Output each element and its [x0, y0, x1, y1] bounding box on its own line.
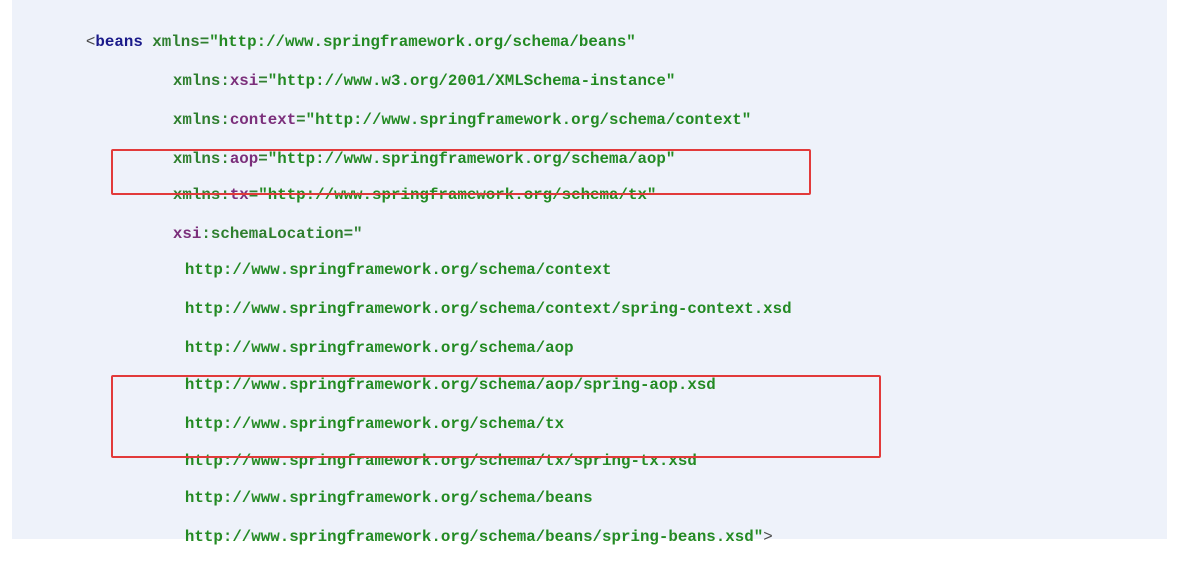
code-line-uri-1: http://www.springframework.org/schema/co…: [147, 234, 612, 279]
code-line-uri-4: http://www.springframework.org/schema/ao…: [147, 349, 716, 394]
closing-quote: ": [753, 528, 764, 546]
code-line-uri-3: http://www.springframework.org/schema/ao…: [147, 312, 574, 357]
code-line-6: xsi:schemaLocation=": [135, 198, 363, 243]
code-line-2: xmlns:xsi="http://www.w3.org/2001/XMLSch…: [135, 45, 675, 90]
code-line-uri-7: http://www.springframework.org/schema/be…: [147, 462, 593, 507]
code-line-1: <beans xmlns="http://www.springframework…: [48, 6, 636, 51]
code-panel: <beans xmlns="http://www.springframework…: [12, 0, 1167, 546]
code-line-uri-8: http://www.springframework.org/schema/be…: [147, 501, 773, 546]
schema-uri: http://www.springframework.org/schema/be…: [184, 528, 754, 546]
code-line-3: xmlns:context="http://www.springframewor…: [135, 84, 751, 129]
highlight-box-tx-schema: [111, 375, 881, 458]
code-line-uri-2: http://www.springframework.org/schema/co…: [147, 273, 792, 318]
tag-open-bracket: <: [85, 33, 96, 51]
code-line-4: xmlns:aop="http://www.springframework.or…: [135, 123, 675, 168]
closing-bracket: >: [763, 528, 773, 546]
highlight-box-tx-namespace: [111, 149, 811, 195]
